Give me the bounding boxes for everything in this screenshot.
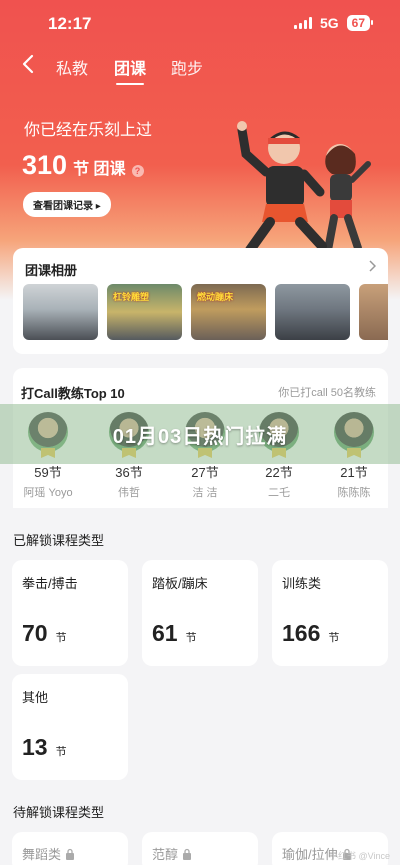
hero-subtitle: 你已经在乐刻上过 [24,122,153,139]
class-type-count: 166 [282,620,321,646]
class-type-unit: 节 [55,746,67,758]
hero-class-count: 310 节 团课 ? [22,150,144,181]
coach-class-count: 21节 [340,465,368,480]
coach-call-count: 你已打call 50名教练 [278,387,376,399]
album-title: 团课相册 [25,263,78,278]
class-type-unit: 节 [55,632,67,644]
back-arrow-icon[interactable] [20,54,36,74]
coach-name: 陈陈陈 [337,487,371,499]
class-count-number: 310 [22,150,68,180]
coach-top10-title: 打Call教练Top 10 [21,386,125,401]
status-time: 12:17 [48,14,92,33]
status-right: 5G 67 [293,15,374,31]
class-type-card[interactable]: 训练类 166 节 [272,560,388,666]
class-type-card[interactable]: 踏板/蹦床 61 节 [142,560,258,666]
top-nav: 私教 团课 跑步 [0,50,400,85]
lock-icon [183,848,192,860]
chevron-right-icon[interactable] [368,260,376,272]
tab-group-class[interactable]: 团课 [114,55,146,85]
coach-name: 伟哲 [118,487,140,499]
album-photo-caption: 燃动蹦床 [197,292,234,302]
class-type-name: 踏板/蹦床 [152,576,208,591]
coach-class-count: 22节 [265,465,293,480]
album-photo[interactable] [23,284,98,340]
album-photo-caption: 杠铃雕塑 [113,292,150,302]
locked-type-card[interactable]: 舞蹈类 [12,832,128,865]
album-photo[interactable] [275,284,350,340]
class-type-count: 61 [152,620,178,646]
network-label: 5G [319,15,339,31]
help-icon[interactable]: ? [131,165,144,177]
locked-section-title: 待解锁课程类型 [13,805,105,820]
cartoon-characters-illustration [237,121,371,255]
class-type-count: 13 [22,734,48,760]
coach-name: 阿瑶 Yoyo [23,487,73,499]
coach-class-count: 59节 [34,465,62,480]
signal-icon [293,17,312,29]
date-overlay-banner: 01月03日热门拉满 [0,404,400,464]
tab-running[interactable]: 跑步 [171,55,203,79]
class-type-card[interactable]: 拳击/搏击 70 节 [12,560,128,666]
locked-type-name: 范醇 [152,847,179,862]
battery-icon: 67 [346,15,374,31]
coach-class-count: 36节 [115,465,143,480]
class-type-name: 训练类 [282,576,322,591]
coach-class-count: 27节 [191,465,219,480]
coach-name: 二乇 [268,487,290,499]
status-bar: 12:17 5G 67 [0,0,400,44]
album-photo[interactable] [359,284,388,340]
group-class-album-card[interactable]: 团课相册 杠铃雕塑 燃动蹦床 [13,248,388,354]
class-type-name: 其他 [22,690,49,705]
class-type-name: 拳击/搏击 [22,576,78,591]
class-count-unit: 节 团课 [73,161,126,178]
unlocked-section-title: 已解锁课程类型 [13,533,105,548]
locked-type-card[interactable]: 范醇 [142,832,258,865]
coach-name: 洁 洁 [192,487,218,499]
view-records-button[interactable]: 查看团课记录 ▸ [23,192,111,217]
class-type-unit: 节 [185,632,197,644]
locked-type-name: 舞蹈类 [22,847,62,862]
overlay-text: 01月03日热门拉满 [112,425,288,448]
class-type-card[interactable]: 其他 13 节 [12,674,128,780]
class-type-count: 70 [22,620,48,646]
album-photo[interactable]: 燃动蹦床 [191,284,266,340]
album-photo[interactable]: 杠铃雕塑 [107,284,182,340]
watermark: 小红书 @Vince [329,851,390,861]
tab-private[interactable]: 私教 [56,55,88,79]
lock-icon [66,848,75,860]
class-type-unit: 节 [328,632,340,644]
